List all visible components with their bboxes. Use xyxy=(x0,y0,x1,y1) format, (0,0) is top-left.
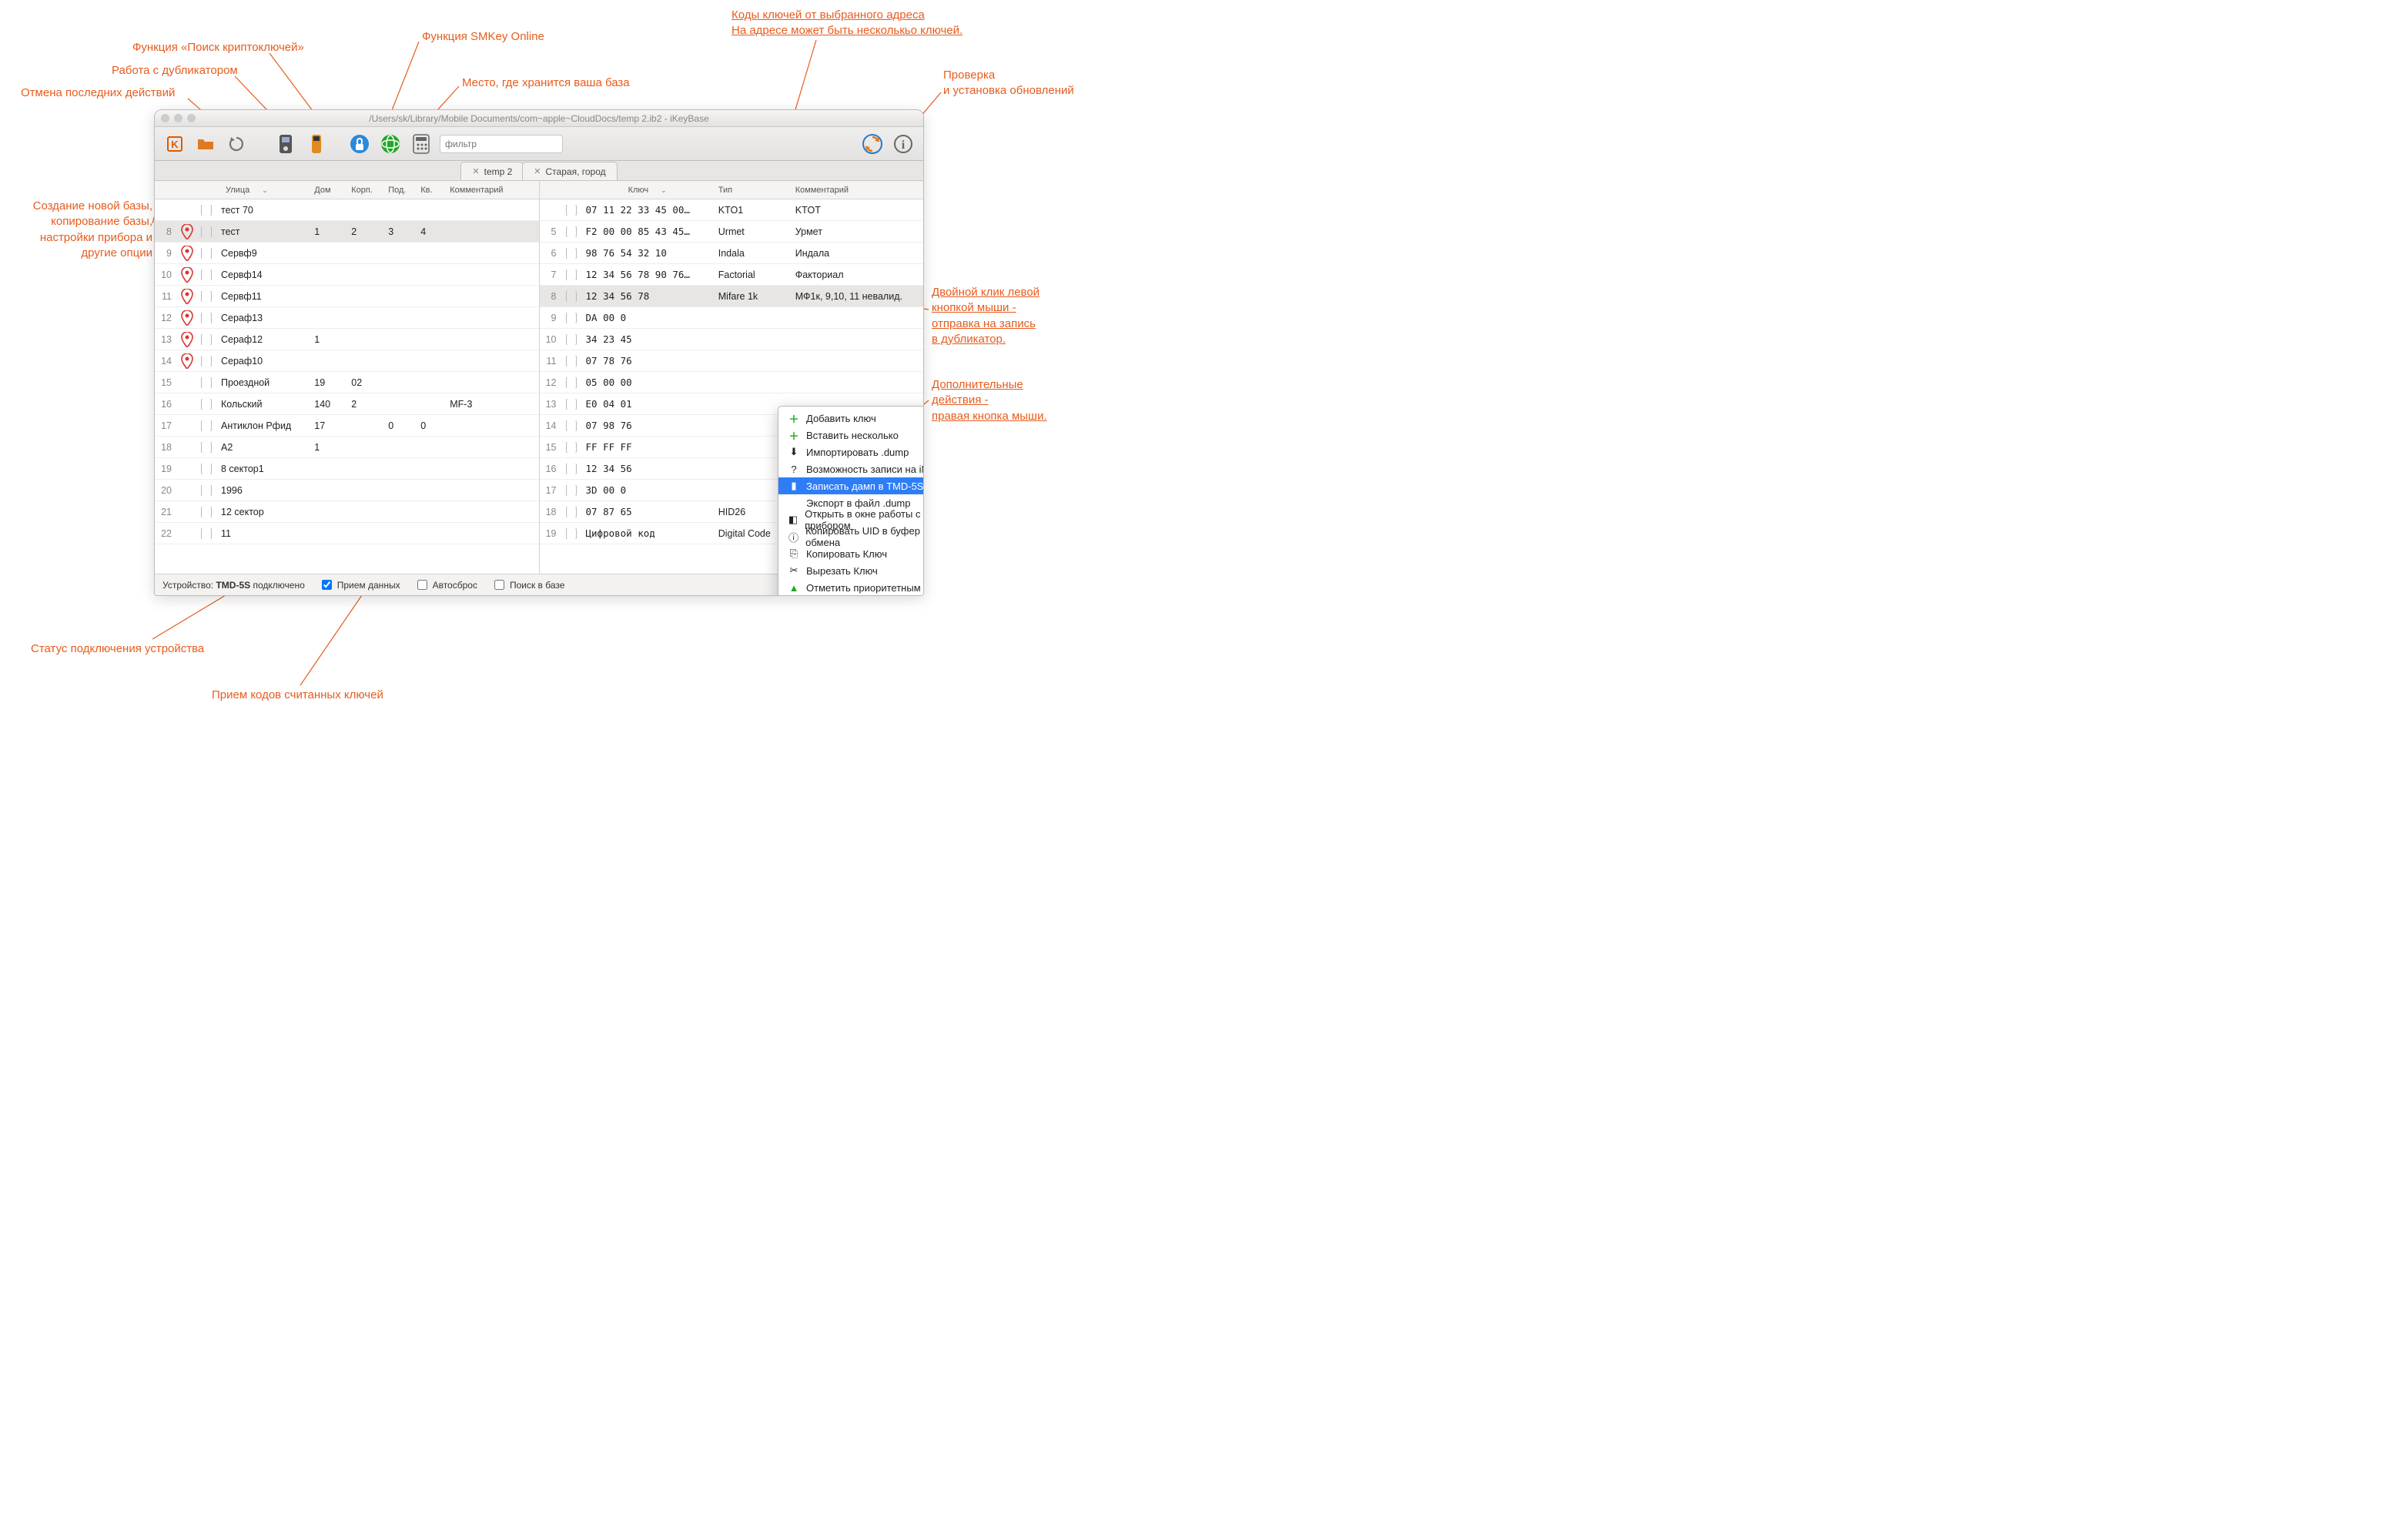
table-row[interactable]: 198 сектор1 xyxy=(155,458,539,480)
tabbar: ✕temp 2 ✕Старая, город xyxy=(155,161,923,181)
table-row[interactable]: 16Кольский1402MF-3 xyxy=(155,393,539,415)
col-type[interactable]: Тип xyxy=(714,186,791,195)
toolbar: K i xyxy=(155,127,923,161)
window-controls[interactable] xyxy=(161,114,196,122)
callout-duplicator: Работа с дубликатором xyxy=(112,63,238,79)
col-key-comment[interactable]: Комментарий xyxy=(791,186,923,195)
close-icon[interactable]: ✕ xyxy=(534,166,541,176)
callout-rmb: Дополнительные действия - правая кнопка … xyxy=(932,377,1047,424)
device-status: Устройство: TMD-5S подключено xyxy=(162,580,305,591)
table-row[interactable]: 12Сераф13 xyxy=(155,307,539,329)
col-street[interactable]: Улица⌄ xyxy=(216,186,310,195)
table-row[interactable]: 812 34 56 78Mifare 1kМФ1к, 9,10, 11 нева… xyxy=(540,286,924,307)
callout-dbpath: Место, где хранится ваша база xyxy=(462,75,630,91)
context-menu-item[interactable]: ＋Добавить ключ xyxy=(778,410,924,427)
callout-update: Проверка и установка обновлений xyxy=(943,68,1074,99)
table-row[interactable]: 11Сервф11 xyxy=(155,286,539,307)
tab-temp2[interactable]: ✕temp 2 xyxy=(460,162,524,180)
context-menu-item[interactable]: ✂︎Вырезать Ключ xyxy=(778,562,924,579)
callout-keycodes: Коды ключей от выбранного адреса На адре… xyxy=(732,8,962,39)
col-house[interactable]: Дом xyxy=(310,186,346,195)
addresses-pane: Улица⌄ Дом Корп. Под. Кв. Комментарий те… xyxy=(155,181,540,574)
duplicator-variant-button[interactable] xyxy=(304,132,329,156)
table-row[interactable]: 17Антиклон Рфид1700 xyxy=(155,415,539,437)
undo-button[interactable] xyxy=(224,132,249,156)
table-row[interactable]: 698 76 54 32 10IndalaИндала xyxy=(540,243,924,264)
table-row[interactable]: 1205 00 00 xyxy=(540,372,924,393)
info-button[interactable]: i xyxy=(891,132,916,156)
keys-header: Ключ⌄ Тип Комментарий xyxy=(540,181,924,199)
search-db-checkbox[interactable]: Поиск в базе xyxy=(491,578,564,592)
context-menu-item[interactable]: ＋Вставить несколько xyxy=(778,427,924,444)
table-row[interactable]: 2112 сектор xyxy=(155,501,539,523)
col-kv[interactable]: Кв. xyxy=(416,186,445,195)
col-pod[interactable]: Под. xyxy=(383,186,416,195)
app-window: /Users/sk/Library/Mobile Documents/com~a… xyxy=(154,109,924,596)
check-updates-button[interactable] xyxy=(860,132,885,156)
callout-undo: Отмена последних действий xyxy=(21,85,175,101)
svg-text:i: i xyxy=(902,139,906,152)
callout-dblclick: Двойной клик левой кнопкой мыши - отправ… xyxy=(932,285,1040,347)
table-row[interactable]: 07 11 22 33 45 00…KTO1KTOT xyxy=(540,199,924,221)
smkey-online-button[interactable] xyxy=(378,132,403,156)
duplicator-button[interactable] xyxy=(273,132,298,156)
table-row[interactable]: 13Сераф121 xyxy=(155,329,539,350)
search-cryptokeys-button[interactable] xyxy=(347,132,372,156)
window-title-path: /Users/sk/Library/Mobile Documents/com~a… xyxy=(369,113,709,124)
autoreset-checkbox[interactable]: Автосброс xyxy=(414,578,477,592)
titlebar: /Users/sk/Library/Mobile Documents/com~a… xyxy=(155,110,923,127)
table-row[interactable]: 1034 23 45 xyxy=(540,329,924,350)
table-row[interactable]: 10Сервф14 xyxy=(155,264,539,286)
key-context-menu: ＋Добавить ключ＋Вставить несколько⬇︎Импор… xyxy=(778,406,924,596)
table-row[interactable]: 9Сервф9 xyxy=(155,243,539,264)
table-row[interactable]: 712 34 56 78 90 76…FactorialФакториал xyxy=(540,264,924,286)
table-row[interactable]: 9DA 00 0 xyxy=(540,307,924,329)
addresses-header: Улица⌄ Дом Корп. Под. Кв. Комментарий xyxy=(155,181,539,199)
table-row[interactable]: тест 70 xyxy=(155,199,539,221)
context-menu-item[interactable]: ?Возможность записи на iMF xyxy=(778,460,924,477)
context-menu-item[interactable]: ⬇︎Импортировать .dump xyxy=(778,444,924,460)
context-menu-item[interactable]: ▮Записать дамп в TMD-5S xyxy=(778,477,924,494)
calculator-button[interactable] xyxy=(409,132,434,156)
receive-data-checkbox[interactable]: Прием данных xyxy=(319,578,400,592)
context-menu-item[interactable]: ▲Отметить приоритетным xyxy=(778,579,924,596)
context-menu-item[interactable]: ⓘКопировать UID в буфер обмена xyxy=(778,528,924,545)
menu-button[interactable]: K xyxy=(162,132,187,156)
table-row[interactable]: 14Сераф10 xyxy=(155,350,539,372)
table-row[interactable]: 2211 xyxy=(155,523,539,544)
callout-search: Функция «Поиск криптоключей» xyxy=(132,40,304,55)
col-key[interactable]: Ключ⌄ xyxy=(581,186,714,195)
callout-smkey: Функция SMKey Online xyxy=(422,29,544,45)
table-row[interactable]: 1107 78 76 xyxy=(540,350,924,372)
callout-receiving: Прием кодов считанных ключей xyxy=(212,688,383,703)
table-row[interactable]: 18А21 xyxy=(155,437,539,458)
close-icon[interactable]: ✕ xyxy=(472,166,479,176)
col-comment[interactable]: Комментарий xyxy=(445,186,538,195)
open-folder-button[interactable] xyxy=(193,132,218,156)
filter-input[interactable] xyxy=(440,135,563,153)
callout-newdb: Создание новой базы, копирование базы, н… xyxy=(0,199,152,261)
callout-connstatus: Статус подключения устройства xyxy=(31,641,204,657)
table-row[interactable]: 201996 xyxy=(155,480,539,501)
table-row[interactable]: 5F2 00 00 85 43 45…UrmetУрмет xyxy=(540,221,924,243)
col-korp[interactable]: Корп. xyxy=(346,186,383,195)
table-row[interactable]: 15Проездной1902 xyxy=(155,372,539,393)
svg-text:K: K xyxy=(171,139,179,150)
tab-staraya-gorod[interactable]: ✕Старая, город xyxy=(522,162,617,180)
table-row[interactable]: 8тест1234 xyxy=(155,221,539,243)
